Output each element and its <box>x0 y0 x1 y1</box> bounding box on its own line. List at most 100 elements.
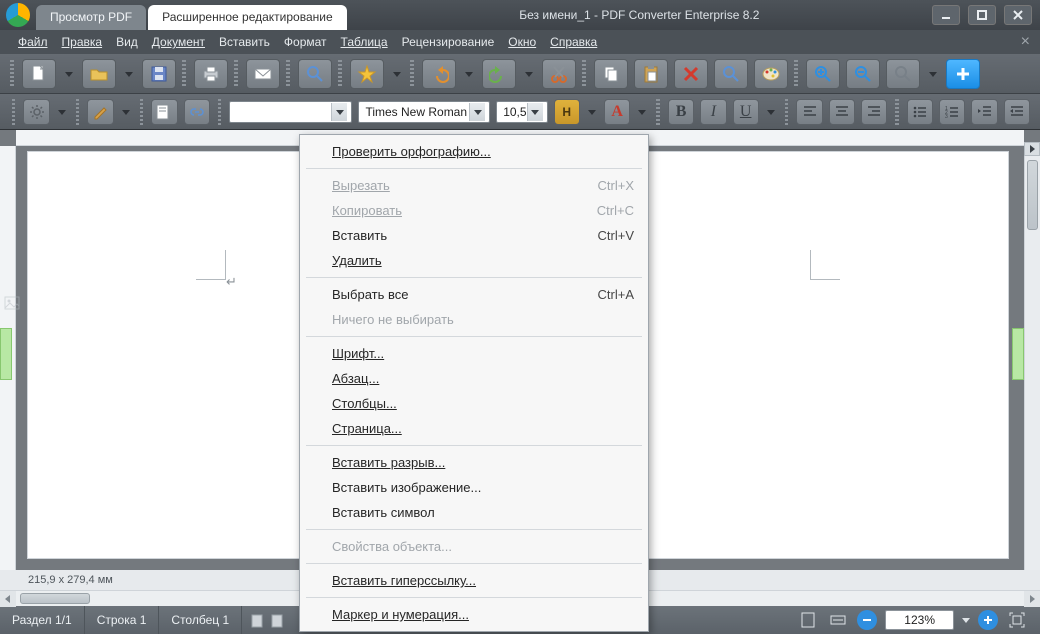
copy-button[interactable] <box>594 59 628 89</box>
underline-dropdown[interactable] <box>765 108 777 116</box>
redo-dropdown[interactable] <box>522 70 536 78</box>
italic-button[interactable]: I <box>700 99 726 125</box>
zoom-100-button[interactable] <box>886 59 920 89</box>
mail-button[interactable] <box>246 59 280 89</box>
menu-view[interactable]: Вид <box>116 35 138 49</box>
page-nav-first-icon[interactable] <box>250 612 266 628</box>
menu-table[interactable]: Таблица <box>341 35 388 49</box>
style-combo[interactable] <box>229 101 352 123</box>
scroll-right-button[interactable] <box>1024 591 1040 607</box>
ctx-image[interactable]: Вставить изображение... <box>300 475 648 500</box>
context-menu: Проверить орфографию... ВырезатьCtrl+X К… <box>299 134 649 632</box>
ctx-symbol[interactable]: Вставить символ <box>300 500 648 525</box>
menu-document[interactable]: Документ <box>152 35 205 49</box>
toolbar-grip-icon <box>656 99 659 125</box>
fullscreen-button[interactable] <box>1006 610 1028 630</box>
align-center-button[interactable] <box>829 99 855 125</box>
menu-help[interactable]: Справка <box>550 35 597 49</box>
zoom-in-button[interactable] <box>806 59 840 89</box>
ctx-hyperlink[interactable]: Вставить гиперссылку... <box>300 568 648 593</box>
ctx-paragraph[interactable]: Абзац... <box>300 366 648 391</box>
favorite-button[interactable] <box>350 59 384 89</box>
undo-dropdown[interactable] <box>462 70 476 78</box>
ctx-break[interactable]: Вставить разрыв... <box>300 450 648 475</box>
find-button[interactable] <box>298 59 332 89</box>
toolbar-grip-icon <box>140 99 143 125</box>
tab-view-pdf[interactable]: Просмотр PDF <box>36 5 146 30</box>
underline-button[interactable]: U <box>733 99 759 125</box>
edit-tool-button[interactable] <box>87 99 113 125</box>
zoom-dropdown[interactable] <box>926 70 940 78</box>
toolbar-grip-icon <box>76 99 79 125</box>
menu-review[interactable]: Рецензирование <box>402 35 495 49</box>
left-panel-tab[interactable] <box>0 328 12 380</box>
scrollbar-thumb[interactable] <box>20 593 90 604</box>
zoom-tool-button[interactable] <box>714 59 748 89</box>
new-document-button[interactable] <box>22 59 56 89</box>
settings-dropdown[interactable] <box>56 108 68 116</box>
ctx-paste[interactable]: ВставитьCtrl+V <box>300 223 648 248</box>
window-close-button[interactable] <box>1004 5 1032 25</box>
paste-button[interactable] <box>634 59 668 89</box>
menu-insert[interactable]: Вставить <box>219 35 270 49</box>
zoom-out-button[interactable] <box>846 59 880 89</box>
align-right-button[interactable] <box>861 99 887 125</box>
menu-edit[interactable]: Правка <box>62 35 103 49</box>
ctx-page[interactable]: Страница... <box>300 416 648 441</box>
color-picker-button[interactable] <box>754 59 788 89</box>
text-tool-button[interactable] <box>151 99 177 125</box>
chevron-down-icon <box>331 103 347 121</box>
cut-button[interactable] <box>542 59 576 89</box>
settings-button[interactable] <box>23 99 49 125</box>
ctx-bullets[interactable]: Маркер и нумерация... <box>300 602 648 627</box>
undo-button[interactable] <box>422 59 456 89</box>
bold-button[interactable]: B <box>668 99 694 125</box>
menu-window[interactable]: Окно <box>508 35 536 49</box>
highlight-button[interactable]: H <box>554 99 580 125</box>
zoom-value[interactable]: 123% <box>885 610 954 630</box>
window-minimize-button[interactable] <box>932 5 960 25</box>
zoom-plus-button[interactable] <box>978 610 998 630</box>
zoom-dropdown[interactable] <box>962 616 970 624</box>
font-color-dropdown[interactable] <box>636 108 648 116</box>
ctx-font[interactable]: Шрифт... <box>300 341 648 366</box>
indent-button[interactable] <box>1004 99 1030 125</box>
favorite-dropdown[interactable] <box>390 70 404 78</box>
edit-tool-dropdown[interactable] <box>120 108 132 116</box>
scrollbar-thumb[interactable] <box>1027 160 1038 230</box>
font-combo[interactable]: Times New Roman <box>358 101 490 123</box>
list-number-button[interactable]: 123 <box>939 99 965 125</box>
open-dropdown[interactable] <box>122 70 136 78</box>
add-button[interactable] <box>946 59 980 89</box>
highlight-dropdown[interactable] <box>586 108 598 116</box>
new-document-dropdown[interactable] <box>62 70 76 78</box>
redo-button[interactable] <box>482 59 516 89</box>
right-panel-tab[interactable] <box>1012 328 1024 380</box>
link-tool-button[interactable] <box>184 99 210 125</box>
outdent-button[interactable] <box>971 99 997 125</box>
fit-page-button[interactable] <box>797 610 819 630</box>
document-close-button[interactable]: × <box>1021 33 1030 51</box>
save-button[interactable] <box>142 59 176 89</box>
page-nav-prev-icon[interactable] <box>270 612 286 628</box>
font-color-button[interactable]: A <box>604 99 630 125</box>
menu-file[interactable]: Файл <box>18 35 48 49</box>
ctx-select-all[interactable]: Выбрать всеCtrl+A <box>300 282 648 307</box>
fontsize-combo[interactable]: 10,5 <box>496 101 547 123</box>
panel-toggle-button[interactable] <box>1024 142 1040 156</box>
ctx-columns[interactable]: Столбцы... <box>300 391 648 416</box>
delete-button[interactable] <box>674 59 708 89</box>
list-bullet-button[interactable] <box>907 99 933 125</box>
window-maximize-button[interactable] <box>968 5 996 25</box>
scroll-left-button[interactable] <box>0 591 16 607</box>
open-button[interactable] <box>82 59 116 89</box>
zoom-minus-button[interactable] <box>857 610 877 630</box>
scrollbar-vertical[interactable] <box>1024 156 1040 570</box>
ctx-spellcheck[interactable]: Проверить орфографию... <box>300 139 648 164</box>
tab-advanced-editing[interactable]: Расширенное редактирование <box>148 5 347 30</box>
align-left-button[interactable] <box>796 99 822 125</box>
fit-width-button[interactable] <box>827 610 849 630</box>
menu-format[interactable]: Формат <box>284 35 327 49</box>
ctx-delete[interactable]: Удалить <box>300 248 648 273</box>
print-button[interactable] <box>194 59 228 89</box>
